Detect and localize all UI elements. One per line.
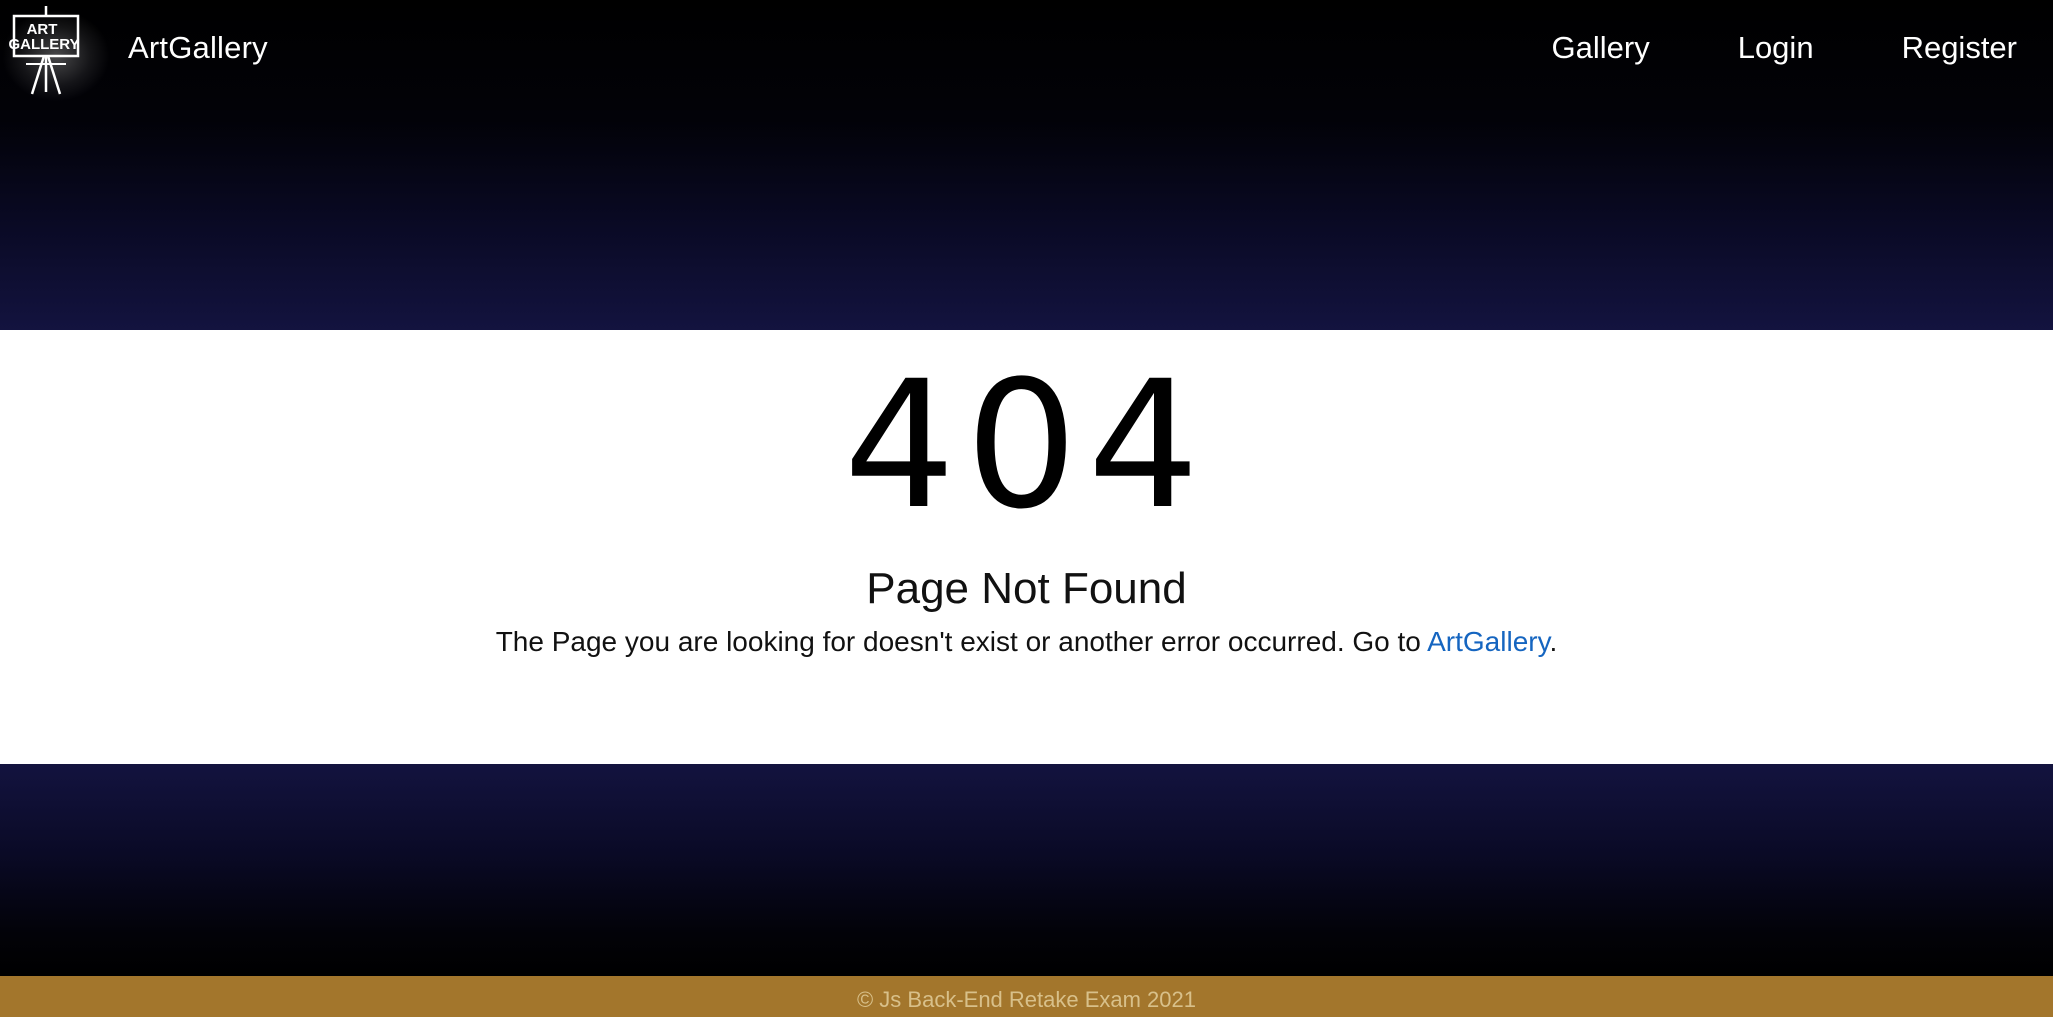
bottom-background (0, 764, 2053, 976)
logo-link[interactable]: ART GALLERY (2, 4, 110, 102)
home-link[interactable]: ArtGallery (1427, 626, 1549, 657)
error-message-suffix: . (1549, 626, 1558, 657)
nav-login-link[interactable]: Login (1738, 30, 1814, 66)
page: ART GALLERY ArtGallery Gallery Login Reg… (0, 0, 2053, 1017)
nav-register-link[interactable]: Register (1902, 30, 2017, 66)
error-message-prefix: The Page you are looking for doesn't exi… (495, 626, 1428, 657)
error-message: The Page you are looking for doesn't exi… (0, 626, 2053, 658)
footer: © Js Back-End Retake Exam 2021 (0, 976, 2053, 1017)
nav-links: Gallery Login Register (1552, 30, 2018, 66)
error-content: 404 Page Not Found The Page you are look… (0, 330, 2053, 764)
brand-link[interactable]: ArtGallery (128, 30, 268, 66)
footer-text: © Js Back-End Retake Exam 2021 (856, 987, 1197, 1012)
logo-text: ART GALLERY (8, 21, 79, 53)
error-title: Page Not Found (866, 564, 1187, 613)
logo-text-gallery: GALLERY (8, 36, 79, 53)
navbar: ART GALLERY ArtGallery Gallery Login Reg… (0, 0, 2053, 102)
error-code: 404 (843, 343, 1210, 548)
nav-gallery-link[interactable]: Gallery (1552, 30, 1650, 66)
